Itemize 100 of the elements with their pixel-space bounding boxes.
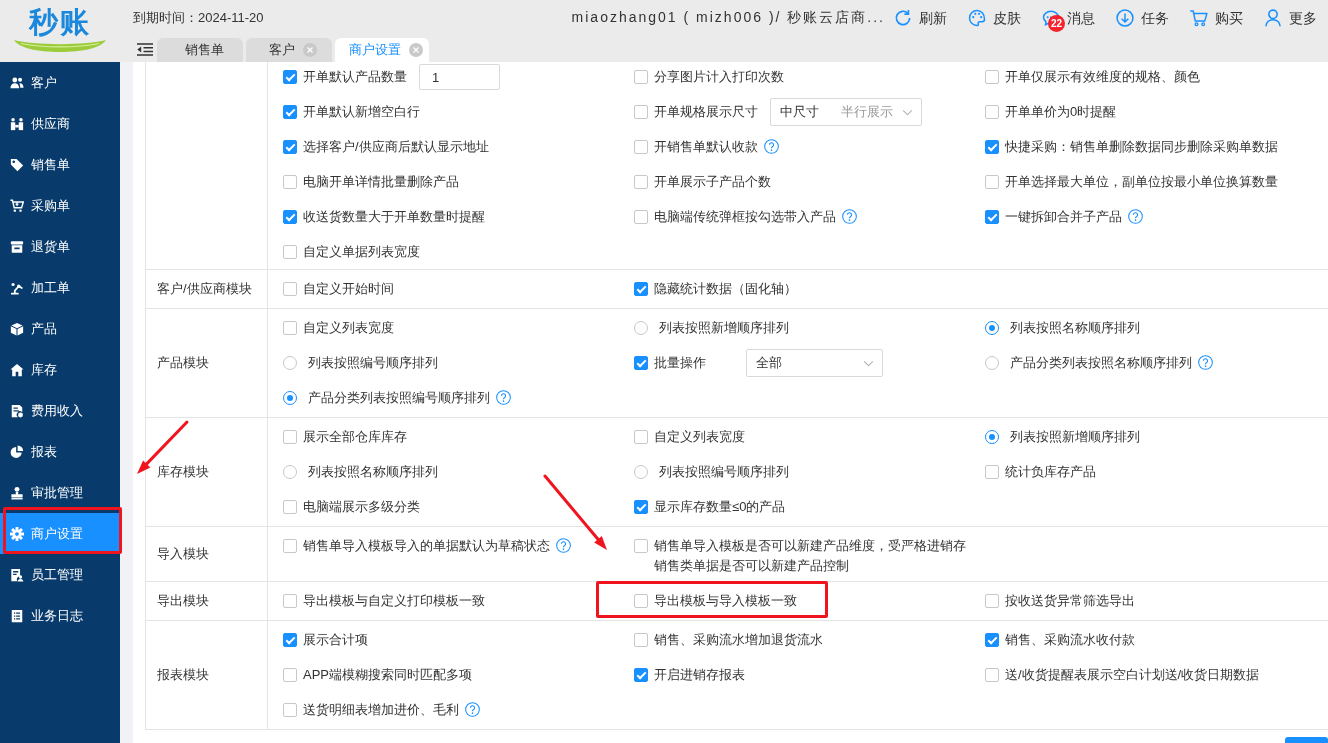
checkbox[interactable]: [634, 356, 648, 370]
checkbox[interactable]: [283, 539, 297, 553]
tab[interactable]: 销售单: [157, 38, 243, 62]
refresh-button[interactable]: 刷新: [893, 4, 947, 32]
checkbox[interactable]: [634, 633, 648, 647]
option-label: 开单展示子产品个数: [654, 173, 771, 191]
tab[interactable]: 客户: [246, 38, 332, 62]
sidebar-item[interactable]: 费用收入: [0, 390, 120, 431]
checkbox[interactable]: [985, 210, 999, 224]
download-icon: [1115, 8, 1135, 28]
checkbox[interactable]: [634, 282, 648, 296]
option-label: 列表按照新增顺序排列: [659, 319, 789, 337]
sidebar-item[interactable]: 加工单: [0, 267, 120, 308]
sidebar-item[interactable]: 采购单: [0, 185, 120, 226]
checkbox[interactable]: [283, 105, 297, 119]
palette-icon: [967, 8, 987, 28]
checkbox[interactable]: [985, 594, 999, 608]
section-label: 报表模块: [157, 666, 209, 684]
more-button[interactable]: 更多: [1263, 4, 1317, 32]
option-label: 按收送货异常筛选导出: [1005, 592, 1135, 610]
checkbox[interactable]: [985, 175, 999, 189]
checkbox[interactable]: [634, 594, 648, 608]
checkbox[interactable]: [634, 175, 648, 189]
box-icon: [10, 321, 24, 336]
help-icon[interactable]: [465, 702, 480, 717]
sidebar-item[interactable]: 客户: [0, 62, 120, 103]
help-icon[interactable]: [1198, 355, 1213, 370]
checkbox[interactable]: [283, 668, 297, 682]
sidebar-item[interactable]: 供应商: [0, 103, 120, 144]
checkbox[interactable]: [283, 321, 297, 335]
option-label: 自定义列表宽度: [654, 428, 745, 446]
checkbox[interactable]: [634, 70, 648, 84]
option-label: 列表按照新增顺序排列: [1010, 428, 1140, 446]
checkbox[interactable]: [985, 70, 999, 84]
checkbox[interactable]: [985, 465, 999, 479]
radio-button[interactable]: [283, 356, 297, 370]
checkbox[interactable]: [985, 633, 999, 647]
dropdown[interactable]: 全部: [746, 349, 883, 377]
checkbox[interactable]: [634, 105, 648, 119]
action-button[interactable]: [1285, 737, 1328, 743]
help-icon[interactable]: [764, 139, 779, 154]
checkbox[interactable]: [283, 430, 297, 444]
help-icon[interactable]: [556, 538, 571, 553]
option-label: 电脑端展示多级分类: [303, 498, 420, 516]
checkbox[interactable]: [283, 282, 297, 296]
checkbox[interactable]: [283, 140, 297, 154]
checkbox[interactable]: [283, 210, 297, 224]
sidebar-item[interactable]: 业务日志: [0, 595, 120, 636]
menu-fold-icon[interactable]: [137, 43, 153, 56]
dropdown[interactable]: 中尺寸 半行展示: [770, 98, 922, 126]
checkbox[interactable]: [283, 175, 297, 189]
checkbox[interactable]: [634, 430, 648, 444]
buy-button[interactable]: 购买: [1189, 4, 1243, 32]
checkbox[interactable]: [985, 105, 999, 119]
radio-button[interactable]: [634, 465, 648, 479]
tasks-button[interactable]: 任务: [1115, 4, 1169, 32]
close-icon[interactable]: [303, 43, 317, 57]
checkbox[interactable]: [283, 500, 297, 514]
checkbox[interactable]: [634, 668, 648, 682]
option-label: 列表按照名称顺序排列: [308, 463, 438, 481]
close-icon[interactable]: [409, 43, 423, 57]
option-label: 导出模板与自定义打印模板一致: [303, 592, 485, 610]
radio-button[interactable]: [985, 430, 999, 444]
radio-button[interactable]: [634, 321, 648, 335]
section-label: 导出模块: [157, 592, 209, 610]
quantity-field[interactable]: 1: [419, 64, 500, 90]
section-label: 产品模块: [157, 354, 209, 372]
radio-button[interactable]: [283, 465, 297, 479]
checkbox[interactable]: [283, 633, 297, 647]
option-label: 电脑开单详情批量删除产品: [303, 173, 459, 191]
help-icon[interactable]: [842, 209, 857, 224]
checkbox[interactable]: [634, 210, 648, 224]
sidebar-item[interactable]: 报表: [0, 431, 120, 472]
checkbox[interactable]: [283, 245, 297, 259]
radio-button[interactable]: [985, 356, 999, 370]
checkbox[interactable]: [985, 140, 999, 154]
checkbox[interactable]: [634, 500, 648, 514]
sidebar-item[interactable]: 退货单: [0, 226, 120, 267]
help-icon[interactable]: [496, 390, 511, 405]
messages-button[interactable]: 22 消息: [1041, 4, 1095, 32]
refresh-icon: [893, 8, 913, 28]
help-icon[interactable]: [1128, 209, 1143, 224]
checkbox[interactable]: [283, 594, 297, 608]
sidebar-item[interactable]: 审批管理: [0, 472, 120, 513]
option-label: 隐藏统计数据（固化轴）: [654, 280, 797, 298]
option-label: 产品分类列表按照名称顺序排列: [1010, 354, 1192, 372]
checkbox[interactable]: [634, 140, 648, 154]
users-icon: [10, 75, 24, 90]
checkbox[interactable]: [283, 70, 297, 84]
sidebar-item[interactable]: 产品: [0, 308, 120, 349]
checkbox[interactable]: [985, 668, 999, 682]
sidebar-item[interactable]: 销售单: [0, 144, 120, 185]
checkbox[interactable]: [283, 703, 297, 717]
sidebar-item[interactable]: 库存: [0, 349, 120, 390]
checkbox[interactable]: [634, 539, 648, 553]
skin-button[interactable]: 皮肤: [967, 4, 1021, 32]
radio-button[interactable]: [283, 391, 297, 405]
sidebar-item[interactable]: 员工管理: [0, 554, 120, 595]
radio-button[interactable]: [985, 321, 999, 335]
house-icon: [10, 362, 24, 377]
